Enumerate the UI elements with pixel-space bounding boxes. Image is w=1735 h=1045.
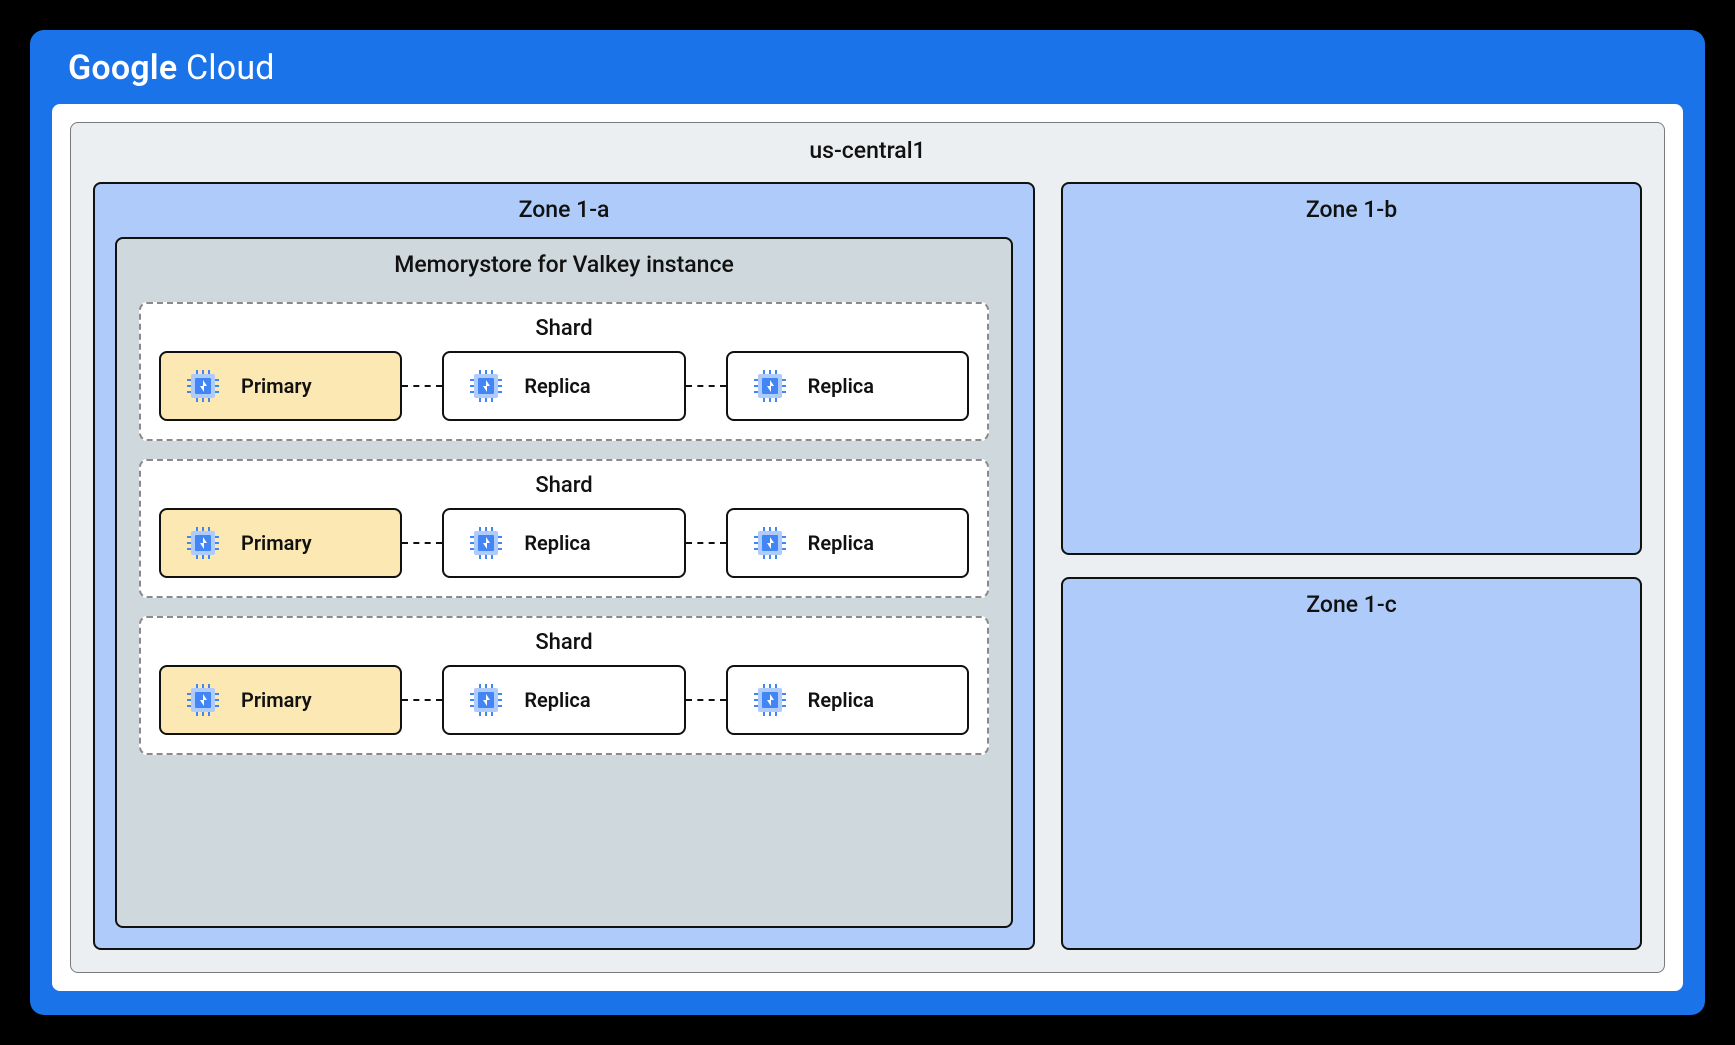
replica-node: Replica [726,508,969,578]
node-label: Replica [808,374,874,398]
replica-node: Replica [442,665,685,735]
zone-c-title: Zone 1-c [1063,579,1640,630]
region-title: us-central1 [93,123,1642,182]
memorystore-instance-frame: Memorystore for Valkey instance Shard Pr… [115,237,1013,928]
connector-line [402,542,442,544]
instance-title: Memorystore for Valkey instance [139,239,989,284]
node-label: Replica [524,688,590,712]
connector-line [686,542,726,544]
replica-node: Replica [726,351,969,421]
shard-title: Shard [159,312,969,351]
region-frame: us-central1 Zone 1-a Memorystore for Val… [70,122,1665,973]
node-label: Primary [241,374,312,398]
shard-frame: Shard Primary [139,459,989,598]
zone-c-frame: Zone 1-c [1061,577,1642,950]
zone-b-frame: Zone 1-b [1061,182,1642,555]
google-cloud-frame: Google Cloud us-central1 Zone 1-a Memory… [30,30,1705,1015]
primary-node: Primary [159,351,402,421]
white-inner-frame: us-central1 Zone 1-a Memorystore for Val… [50,102,1685,993]
zone-a-frame: Zone 1-a Memorystore for Valkey instance… [93,182,1035,950]
memorystore-chip-icon [750,523,790,563]
memorystore-chip-icon [750,366,790,406]
memorystore-chip-icon [750,680,790,720]
node-label: Primary [241,531,312,555]
replica-node: Replica [442,351,685,421]
zones-row: Zone 1-a Memorystore for Valkey instance… [93,182,1642,950]
brand-bold: Google [68,48,177,88]
memorystore-chip-icon [466,680,506,720]
nodes-row: Primary Replica [159,351,969,421]
nodes-row: Primary Replica [159,508,969,578]
shard-frame: Shard Primary [139,302,989,441]
connector-line [686,699,726,701]
brand-light: Cloud [186,48,275,88]
memorystore-chip-icon [466,523,506,563]
node-label: Replica [524,531,590,555]
right-zones-column: Zone 1-b Zone 1-c [1061,182,1642,950]
primary-node: Primary [159,665,402,735]
cloud-brand-label: Google Cloud [50,42,1685,102]
memorystore-chip-icon [466,366,506,406]
memorystore-chip-icon [183,366,223,406]
replica-node: Replica [726,665,969,735]
connector-line [402,385,442,387]
memorystore-chip-icon [183,523,223,563]
node-label: Replica [524,374,590,398]
node-label: Replica [808,531,874,555]
connector-line [402,699,442,701]
primary-node: Primary [159,508,402,578]
memorystore-chip-icon [183,680,223,720]
nodes-row: Primary Replica [159,665,969,735]
shard-title: Shard [159,626,969,665]
node-label: Primary [241,688,312,712]
connector-line [686,385,726,387]
zone-b-title: Zone 1-b [1063,184,1640,235]
zone-a-title: Zone 1-a [115,184,1013,237]
shard-title: Shard [159,469,969,508]
replica-node: Replica [442,508,685,578]
node-label: Replica [808,688,874,712]
shard-frame: Shard Primary [139,616,989,755]
